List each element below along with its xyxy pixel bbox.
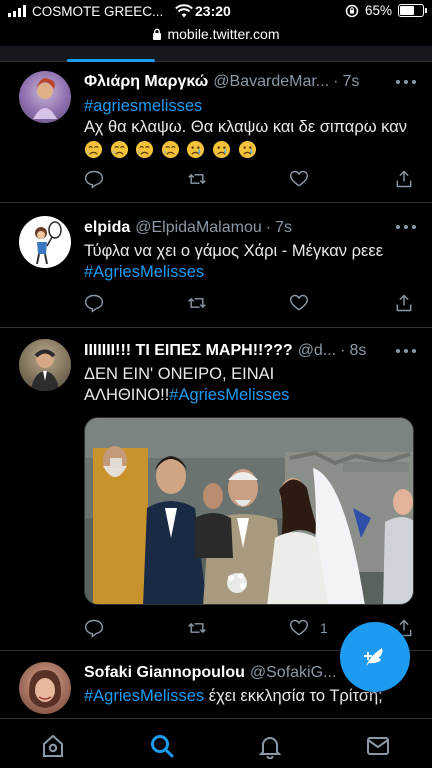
tweet-author-handle[interactable]: @BavardeMar... bbox=[213, 73, 329, 91]
avatar[interactable] bbox=[19, 662, 71, 714]
hashtag-link[interactable]: #AgriesMelisses bbox=[84, 262, 412, 283]
like-icon[interactable] bbox=[289, 293, 311, 315]
like-icon[interactable] bbox=[289, 169, 311, 191]
crying-face-icon bbox=[84, 141, 103, 159]
url-bar[interactable]: mobile.twitter.com bbox=[0, 22, 432, 46]
wedding-photo bbox=[85, 418, 413, 604]
tweet-media-image[interactable] bbox=[84, 417, 414, 605]
share-icon[interactable] bbox=[394, 293, 416, 315]
sad-face-icon bbox=[238, 141, 256, 159]
avatar[interactable] bbox=[19, 216, 71, 268]
tweet-actions bbox=[84, 293, 416, 315]
signal-icon bbox=[8, 5, 26, 17]
crying-face-icon bbox=[110, 141, 128, 159]
tweet[interactable]: ΙΙΙΙΙΙΙ!!! ΤΙ ΕΙΠΕΣ ΜΑΡΗ!!??? @d... · 8s… bbox=[0, 329, 432, 651]
retweet-icon[interactable] bbox=[187, 618, 209, 640]
compose-icon bbox=[364, 648, 383, 666]
more-options-icon[interactable] bbox=[396, 79, 416, 85]
tweet-author-handle[interactable]: @SofakiG... bbox=[250, 664, 337, 682]
wifi-icon bbox=[175, 4, 194, 18]
tweet-timestamp[interactable]: 8s bbox=[350, 342, 367, 360]
hashtag-link[interactable]: #AgriesMelisses bbox=[169, 386, 289, 404]
more-options-icon[interactable] bbox=[396, 348, 416, 354]
tweet-body: Τύφλα να χει ο γάμος Χάρι - Μέγκαν ρεεε … bbox=[84, 241, 412, 283]
tweet-actions bbox=[84, 169, 416, 191]
bottom-navigation bbox=[0, 718, 432, 768]
url-text: mobile.twitter.com bbox=[167, 26, 280, 42]
lock-icon bbox=[153, 28, 162, 40]
share-icon[interactable] bbox=[394, 169, 416, 191]
crying-face-icon bbox=[136, 141, 154, 159]
tweet[interactable]: Φλιάρη Μαργκώ @BavardeMar... · 7s #agrie… bbox=[0, 63, 432, 203]
emoji-row bbox=[84, 139, 412, 160]
more-options-icon[interactable] bbox=[396, 224, 416, 230]
tweet-text: ΔΕΝ ΕΙΝ' ΟΝΕΙΡΟ, ΕΙΝΑΙ bbox=[84, 365, 275, 383]
carrier-name: COSMOTE GREEC... bbox=[32, 3, 164, 19]
separator-dot: · bbox=[333, 73, 339, 90]
separator-dot: · bbox=[340, 342, 346, 359]
tweet-body: #agriesmelisses Αχ θα κλαψω. Θα κλαψω κα… bbox=[84, 96, 412, 160]
tweet-author-name[interactable]: Φλιάρη Μαργκώ bbox=[84, 73, 208, 91]
bell-icon[interactable] bbox=[257, 733, 283, 760]
tweet-text: Τύφλα να χει ο γάμος Χάρι - Μέγκαν ρεεε bbox=[84, 242, 384, 260]
retweet-icon[interactable] bbox=[187, 169, 209, 191]
hashtag-link[interactable]: #AgriesMelisses bbox=[84, 687, 204, 705]
active-tab-indicator bbox=[67, 59, 155, 62]
tweet-author-name[interactable]: Sofaki Giannopoulou bbox=[84, 664, 245, 682]
avatar[interactable] bbox=[19, 71, 71, 123]
tweet-author-handle[interactable]: @d... bbox=[298, 342, 336, 360]
header-tabs bbox=[0, 46, 432, 62]
battery-icon bbox=[398, 4, 427, 17]
tweet-body: ΔΕΝ ΕΙΝ' ΟΝΕΙΡΟ, ΕΙΝΑΙ ΑΛΗΘΙΝΟ!!#AgriesM… bbox=[84, 364, 412, 406]
compose-tweet-button[interactable] bbox=[340, 622, 410, 692]
reply-icon[interactable] bbox=[84, 618, 106, 640]
tweet-text: Αχ θα κλαψω. Θα κλαψω και δε σιπαρω καν bbox=[84, 118, 408, 136]
tweet-author-name[interactable]: ΙΙΙΙΙΙΙ!!! ΤΙ ΕΙΠΕΣ ΜΑΡΗ!!??? bbox=[84, 342, 293, 360]
tweet-text: ΑΛΗΘΙΝΟ!! bbox=[84, 386, 170, 404]
tweet-author-handle[interactable]: @ElpidaMalamou bbox=[135, 219, 262, 237]
like-count: 1 bbox=[320, 620, 328, 636]
tweet[interactable]: elpida @ElpidaMalamou · 7s Τύφλα να χει … bbox=[0, 204, 432, 328]
retweet-icon[interactable] bbox=[187, 293, 209, 315]
battery-percent: 65% bbox=[364, 3, 392, 18]
rotation-lock-icon bbox=[345, 4, 359, 17]
like-icon[interactable] bbox=[289, 618, 311, 640]
status-bar: COSMOTE GREEC... 23:20 65% bbox=[0, 0, 432, 22]
tweet-timestamp[interactable]: 7s bbox=[275, 219, 292, 237]
home-icon[interactable] bbox=[40, 733, 66, 759]
clock: 23:20 bbox=[195, 3, 231, 19]
sad-face-icon bbox=[212, 141, 231, 159]
tweet-author-name[interactable]: elpida bbox=[84, 219, 130, 237]
avatar[interactable] bbox=[19, 339, 71, 391]
hashtag-link[interactable]: #agriesmelisses bbox=[84, 96, 412, 117]
tweet-timestamp[interactable]: 7s bbox=[342, 73, 359, 91]
crying-face-icon bbox=[161, 141, 179, 159]
separator-dot: · bbox=[265, 219, 272, 236]
mail-icon[interactable] bbox=[365, 733, 391, 759]
search-icon[interactable] bbox=[149, 733, 175, 759]
tweet-text: έχει εκκλησία το Τρίτση; bbox=[208, 687, 383, 705]
reply-icon[interactable] bbox=[84, 169, 106, 191]
sad-face-icon bbox=[187, 141, 205, 159]
reply-icon[interactable] bbox=[84, 293, 106, 315]
